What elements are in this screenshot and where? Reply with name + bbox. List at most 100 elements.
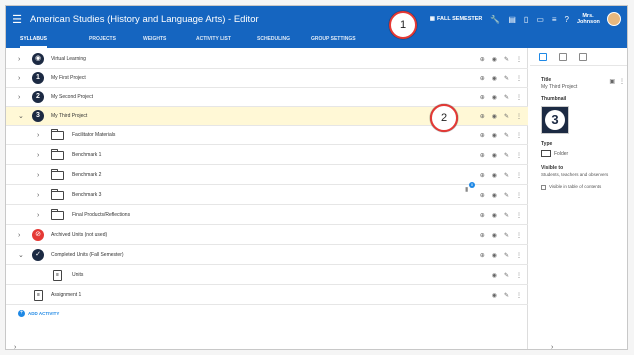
tab-projects[interactable]: PROJECTS bbox=[89, 32, 116, 48]
add-icon[interactable]: ⊕ bbox=[480, 192, 485, 199]
add-icon[interactable]: ⊕ bbox=[480, 75, 485, 82]
visibility-icon[interactable]: ◉ bbox=[492, 292, 497, 299]
list-item[interactable]: › Final Products/Reflections ⊕ ◉ ✎ ⋮ bbox=[6, 206, 528, 225]
list-item[interactable]: › 2 My Second Project ⊕ ◉ ✎ ⋮ bbox=[6, 88, 528, 107]
wrench-icon[interactable]: 🔧 bbox=[490, 15, 500, 24]
chevron-right-icon[interactable]: › bbox=[37, 212, 39, 219]
clipboard-icon[interactable]: ▯ bbox=[524, 15, 528, 24]
add-icon[interactable]: ⊕ bbox=[480, 172, 485, 179]
add-icon[interactable]: ⊕ bbox=[480, 56, 485, 63]
message-icon[interactable]: ▭ bbox=[536, 15, 544, 24]
more-icon[interactable]: ⋮ bbox=[516, 232, 522, 239]
chevron-right-icon[interactable]: › bbox=[37, 192, 39, 199]
copy-tab-icon[interactable] bbox=[579, 53, 587, 61]
visibility-icon[interactable]: ◉ bbox=[492, 192, 497, 199]
more-icon[interactable]: ⋮ bbox=[516, 192, 522, 199]
list-item[interactable]: ≡ Assignment 1 ◉ ✎ ⋮ bbox=[6, 286, 528, 305]
edit-icon[interactable]: ✎ bbox=[504, 75, 509, 82]
edit-icon[interactable]: ✎ bbox=[504, 252, 509, 259]
add-activity-button[interactable]: + ADD ACTIVITY bbox=[18, 310, 59, 317]
list-item[interactable]: › ◉ Virtual Learning ⊕ ◉ ✎ ⋮ bbox=[6, 50, 528, 69]
document-tab-icon[interactable] bbox=[559, 53, 567, 61]
visibility-icon[interactable]: ◉ bbox=[492, 152, 497, 159]
tab-group-settings[interactable]: GROUP SETTINGS bbox=[311, 32, 356, 48]
add-icon[interactable]: ⊕ bbox=[480, 132, 485, 139]
chevron-right-icon[interactable]: › bbox=[551, 344, 553, 349]
menu-icon[interactable]: ☰ bbox=[6, 13, 28, 26]
add-icon[interactable]: ⊕ bbox=[480, 152, 485, 159]
add-icon[interactable]: ⊕ bbox=[480, 252, 485, 259]
chevron-right-icon[interactable]: › bbox=[18, 232, 20, 239]
edit-icon[interactable]: ✎ bbox=[504, 232, 509, 239]
more-icon[interactable]: ⋮ bbox=[516, 56, 522, 63]
edit-icon[interactable]: ✎ bbox=[504, 192, 509, 199]
more-icon[interactable]: ⋮ bbox=[516, 152, 522, 159]
visibility-icon[interactable]: ◉ bbox=[492, 212, 497, 219]
edit-icon[interactable]: ✎ bbox=[504, 212, 509, 219]
visibility-icon[interactable]: ◉ bbox=[492, 252, 497, 259]
chevron-right-icon[interactable]: › bbox=[18, 56, 20, 63]
visibility-icon[interactable]: ◉ bbox=[492, 232, 497, 239]
list-icon[interactable]: ≡ bbox=[552, 15, 557, 24]
more-icon[interactable]: ⋮ bbox=[516, 75, 522, 82]
more-icon[interactable]: ⋮ bbox=[516, 113, 522, 120]
more-icon[interactable]: ⋮ bbox=[516, 252, 522, 259]
visibility-icon[interactable]: ◉ bbox=[492, 94, 497, 101]
save-icon[interactable]: ▣ bbox=[609, 78, 615, 85]
list-item[interactable]: › Benchmark 1 ⊕ ◉ ✎ ⋮ bbox=[6, 146, 528, 165]
more-icon[interactable]: ⋮ bbox=[516, 292, 522, 299]
title-value[interactable]: My Third Project bbox=[541, 84, 577, 90]
thumbnail-image[interactable]: 3 bbox=[541, 106, 569, 134]
tab-weights[interactable]: WEIGHTS bbox=[143, 32, 166, 48]
edit-icon[interactable]: ✎ bbox=[504, 292, 509, 299]
user-name[interactable]: Mrs. Johnson bbox=[577, 13, 600, 25]
document-icon[interactable]: ▤ bbox=[508, 15, 516, 24]
add-icon[interactable]: ⊕ bbox=[480, 113, 485, 120]
edit-icon[interactable]: ✎ bbox=[504, 113, 509, 120]
more-icon[interactable]: ⋮ bbox=[516, 172, 522, 179]
add-icon[interactable]: ⊕ bbox=[480, 232, 485, 239]
semester-selector[interactable]: ▦ FALL SEMESTER bbox=[430, 16, 483, 22]
help-icon[interactable]: ? bbox=[565, 15, 569, 24]
edit-icon[interactable]: ✎ bbox=[504, 94, 509, 101]
edit-icon[interactable]: ✎ bbox=[504, 56, 509, 63]
activity-badge[interactable]: ▮ 0 bbox=[465, 182, 475, 193]
more-icon[interactable]: ⋮ bbox=[516, 272, 522, 279]
list-item[interactable]: › Benchmark 3 ▮ 0 ⊕ ◉ ✎ ⋮ bbox=[6, 182, 528, 205]
visibility-icon[interactable]: ◉ bbox=[492, 75, 497, 82]
list-item[interactable]: › Benchmark 2 ⊕ ◉ ✎ ⋮ bbox=[6, 166, 528, 185]
list-item[interactable]: ≡ Units ◉ ✎ ⋮ bbox=[6, 266, 528, 285]
visible-value[interactable]: Students, teachers and observers bbox=[541, 172, 608, 177]
chevron-right-icon[interactable]: › bbox=[37, 172, 39, 179]
edit-icon[interactable]: ✎ bbox=[504, 132, 509, 139]
chevron-down-icon[interactable]: ⌄ bbox=[18, 251, 24, 259]
tab-scheduling[interactable]: SCHEDULING bbox=[257, 32, 290, 48]
chevron-right-icon[interactable]: › bbox=[18, 94, 20, 101]
visibility-icon[interactable]: ◉ bbox=[492, 56, 497, 63]
more-icon[interactable]: ⋮ bbox=[516, 94, 522, 101]
more-icon[interactable]: ⋮ bbox=[516, 212, 522, 219]
visibility-icon[interactable]: ◉ bbox=[492, 272, 497, 279]
chevron-right-icon[interactable]: › bbox=[37, 132, 39, 139]
add-icon[interactable]: ⊕ bbox=[480, 94, 485, 101]
tab-activity-list[interactable]: ACTIVITY LIST bbox=[196, 32, 231, 48]
chevron-right-icon[interactable]: › bbox=[18, 75, 20, 82]
visibility-icon[interactable]: ◉ bbox=[492, 113, 497, 120]
list-item[interactable]: › ⊘ Archived Units (not used) ⊕ ◉ ✎ ⋮ bbox=[6, 226, 528, 245]
more-icon[interactable]: ⋮ bbox=[619, 78, 625, 85]
edit-icon[interactable]: ✎ bbox=[504, 272, 509, 279]
toc-checkbox[interactable] bbox=[541, 185, 546, 190]
visibility-icon[interactable]: ◉ bbox=[492, 172, 497, 179]
visibility-icon[interactable]: ◉ bbox=[492, 132, 497, 139]
chevron-right-icon[interactable]: › bbox=[37, 152, 39, 159]
tab-syllabus[interactable]: SYLLABUS bbox=[20, 32, 47, 48]
avatar[interactable] bbox=[607, 12, 621, 26]
list-item[interactable]: › 1 My First Project ⊕ ◉ ✎ ⋮ bbox=[6, 69, 528, 88]
add-icon[interactable]: ⊕ bbox=[480, 212, 485, 219]
settings-tab-icon[interactable] bbox=[539, 53, 547, 61]
chevron-right-icon[interactable]: › bbox=[14, 344, 16, 349]
more-icon[interactable]: ⋮ bbox=[516, 132, 522, 139]
chevron-down-icon[interactable]: ⌄ bbox=[18, 112, 24, 120]
list-item[interactable]: ⌄ ✓ Completed Units (Fall Semester) ⊕ ◉ … bbox=[6, 246, 528, 265]
edit-icon[interactable]: ✎ bbox=[504, 172, 509, 179]
